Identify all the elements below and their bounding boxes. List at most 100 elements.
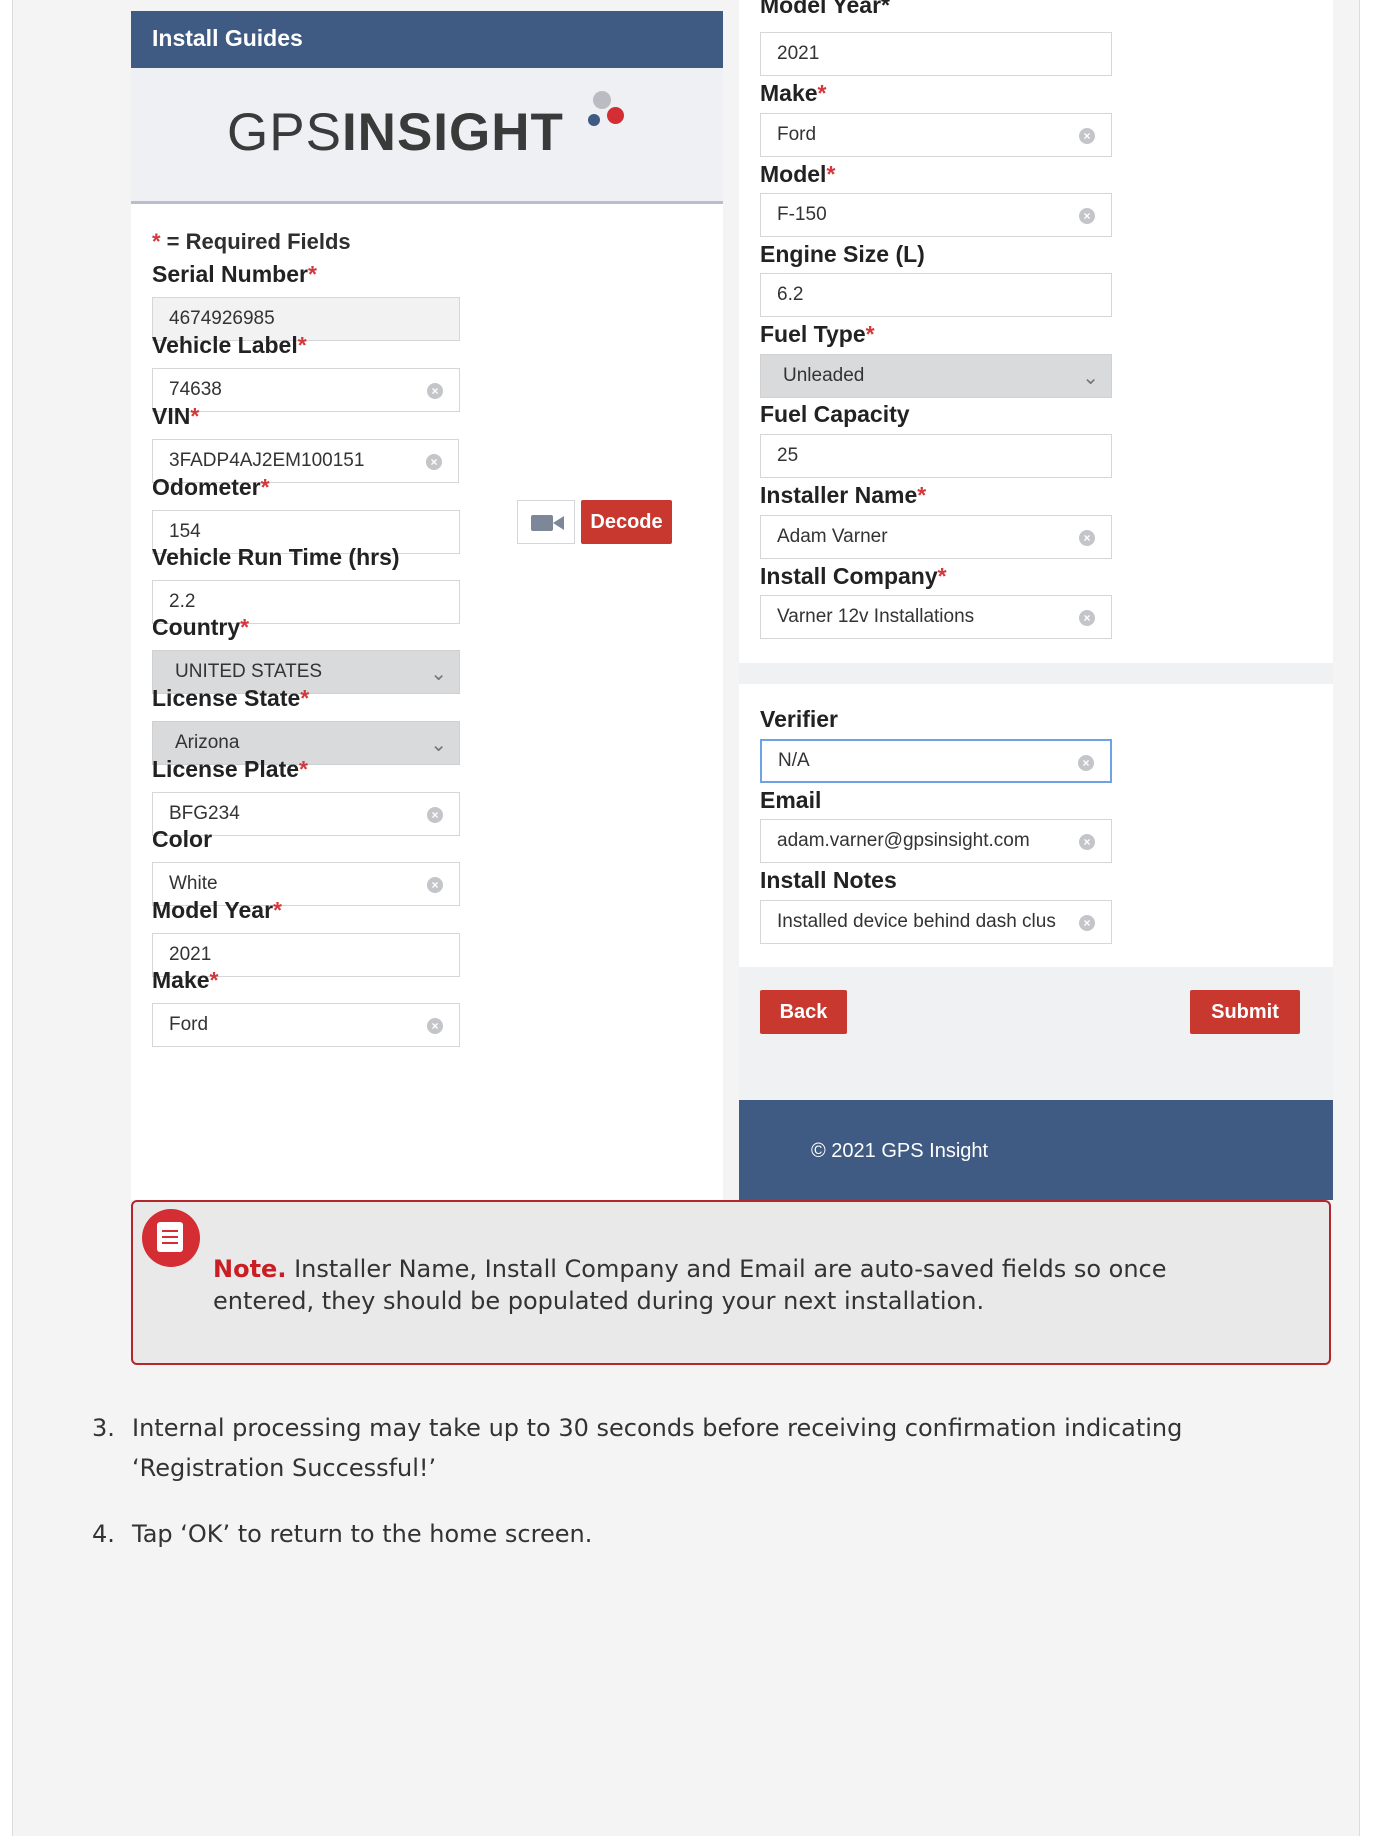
chevron-down-icon[interactable]: ⌄ — [430, 724, 447, 764]
fuel-capacity-input[interactable]: 25 — [760, 434, 1112, 478]
model-input[interactable]: F-150 × — [760, 193, 1112, 237]
install-form-screenshot-right: Model Year* 2021 Make* Ford × Model* F-150 × En… — [739, 0, 1333, 1200]
header-title: Install Guides — [152, 25, 303, 51]
install-company-input[interactable]: Varner 12v Installations × — [760, 595, 1112, 639]
required-asterisk: * — [240, 614, 250, 640]
country-label: Country* — [152, 614, 250, 640]
required-asterisk: * — [917, 482, 927, 508]
field-value: White — [169, 873, 218, 894]
clear-icon[interactable]: × — [1079, 610, 1095, 626]
clear-icon[interactable]: × — [1079, 530, 1095, 546]
verifier-input[interactable]: N/A × — [760, 739, 1112, 783]
field-value: Installed device behind dash clus — [777, 911, 1056, 932]
make-label: Make* — [760, 80, 827, 106]
required-asterisk: * — [273, 897, 282, 923]
vehicle-run-time-hrs-label: Vehicle Run Time (hrs) — [152, 544, 400, 570]
field-value: Arizona — [175, 732, 240, 753]
chevron-down-icon[interactable]: ⌄ — [1082, 357, 1099, 397]
chevron-down-icon[interactable]: ⌄ — [430, 653, 447, 693]
logo-banner: GPSINSIGHT — [131, 68, 723, 204]
clear-icon[interactable]: × — [1079, 208, 1095, 224]
license-plate-label: License Plate* — [152, 756, 308, 782]
required-asterisk: * — [826, 161, 836, 187]
engine-size-l-input[interactable]: 6.2 — [760, 273, 1112, 317]
note-text: Note. Installer Name, Install Company an… — [213, 1255, 1167, 1315]
note-icon — [142, 1209, 200, 1267]
field-value: Unleaded — [783, 365, 865, 386]
vin-label: VIN* — [152, 403, 200, 429]
required-asterisk: * — [299, 756, 308, 782]
color-label: Color — [152, 826, 213, 852]
make-input[interactable]: Ford × — [760, 113, 1112, 157]
email-input[interactable]: adam.varner@gpsinsight.com × — [760, 819, 1112, 863]
required-asterisk: * — [865, 321, 875, 347]
step-4: 4. Tap ‘OK’ to return to the home screen… — [92, 1520, 593, 1548]
required-asterisk: * — [190, 403, 200, 429]
field-value: N/A — [778, 750, 810, 771]
field-value: 154 — [169, 521, 201, 542]
gps-insight-logo: GPSINSIGHT — [227, 103, 564, 162]
clear-icon[interactable]: × — [426, 454, 442, 470]
vehicle-label-label: Vehicle Label* — [152, 332, 307, 358]
model-year-label: Model Year* — [152, 897, 282, 923]
field-value: 25 — [777, 445, 799, 466]
fuel-type-label: Fuel Type* — [760, 321, 875, 347]
field-value: 2021 — [777, 43, 820, 64]
field-value: Ford — [169, 1014, 209, 1035]
clear-icon[interactable]: × — [1078, 755, 1094, 771]
field-value: BFG234 — [169, 803, 240, 824]
step-3: 3. Internal processing may take up to 30… — [92, 1414, 1183, 1482]
clear-icon[interactable]: × — [427, 877, 443, 893]
field-value: Varner 12v Installations — [777, 606, 975, 627]
make-label: Make* — [152, 967, 219, 993]
clear-icon[interactable]: × — [1079, 128, 1095, 144]
verifier-label: Verifier — [760, 706, 838, 732]
installer-name-input[interactable]: Adam Varner × — [760, 515, 1112, 559]
app-header: Install Guides — [131, 11, 723, 68]
field-value: Adam Varner — [777, 526, 888, 547]
field-value: 74638 — [169, 379, 222, 400]
required-asterisk: * — [300, 685, 310, 711]
clear-icon[interactable]: × — [427, 1018, 443, 1034]
back-button[interactable]: Back — [760, 990, 847, 1034]
field-label: Model Year* — [760, 0, 890, 18]
required-asterisk: * — [297, 332, 307, 358]
field-value: 2.2 — [169, 591, 196, 612]
install-notes-input[interactable]: Installed device behind dash clus × — [760, 900, 1112, 944]
decode-button[interactable]: Decode — [581, 500, 672, 544]
video-camera-icon — [531, 515, 553, 531]
required-asterisk: * — [307, 261, 317, 287]
submit-button[interactable]: Submit — [1190, 990, 1300, 1034]
required-asterisk: * — [209, 967, 219, 993]
field-value: 3FADP4AJ2EM100151 — [169, 450, 365, 471]
install-form-screenshot-left: Install Guides GPSINSIGHT * = Required F… — [131, 11, 723, 1200]
field-value: F-150 — [777, 204, 827, 225]
copyright-text: © 2021 GPS Insight — [811, 1140, 989, 1162]
clear-icon[interactable]: × — [1079, 915, 1095, 931]
required-fields-note: * = Required Fields — [152, 229, 351, 254]
field-value: 4674926985 — [169, 308, 275, 329]
field-value: adam.varner@gpsinsight.com — [777, 830, 1030, 851]
license-state-label: License State* — [152, 685, 310, 711]
logo-dot-blue — [588, 114, 600, 126]
serial-number-label: Serial Number* — [152, 261, 317, 287]
installer-name-label: Installer Name* — [760, 482, 927, 508]
field-value: 2021 — [169, 944, 212, 965]
fuel-type-select[interactable]: Unleaded ⌄ — [760, 354, 1112, 398]
install-notes-label: Install Notes — [760, 867, 897, 893]
email-label: Email — [760, 787, 822, 813]
camera-scan-button[interactable] — [517, 500, 575, 544]
install-company-label: Install Company* — [760, 563, 947, 589]
field-value: Ford — [777, 124, 817, 145]
engine-size-l-label: Engine Size (L) — [760, 241, 925, 267]
app-footer: © 2021 GPS Insight — [739, 1100, 1333, 1200]
field-value: UNITED STATES — [175, 661, 323, 682]
clear-icon[interactable]: × — [427, 383, 443, 399]
required-asterisk: * — [260, 474, 270, 500]
logo-dot-red — [607, 107, 624, 124]
make-input[interactable]: Ford × — [152, 1003, 460, 1047]
clear-icon[interactable]: × — [1079, 834, 1095, 850]
field-0-input[interactable]: 2021 — [760, 32, 1112, 76]
clear-icon[interactable]: × — [427, 807, 443, 823]
odometer-label: Odometer* — [152, 474, 270, 500]
